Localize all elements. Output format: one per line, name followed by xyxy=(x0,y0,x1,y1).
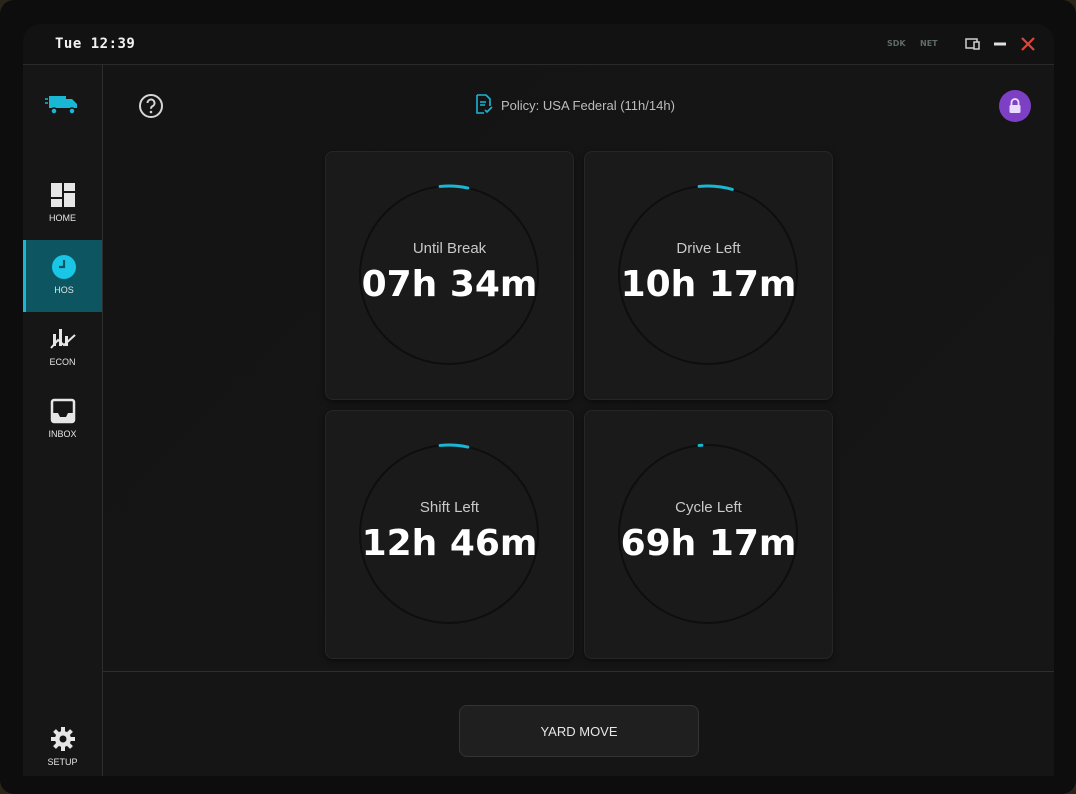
timer-card: Until Break 07h 34m xyxy=(325,151,574,400)
sidebar-item-hos[interactable]: HOS xyxy=(23,240,102,312)
sidebar-item-label: ECON xyxy=(49,357,76,367)
app-window: Tue 12:39 SDK NET HOME HOS ECON INBOX SE… xyxy=(23,24,1054,776)
truck-logo-icon xyxy=(45,90,81,122)
gear-icon xyxy=(50,726,76,756)
clock: Tue 12:39 xyxy=(55,36,136,52)
clock-icon xyxy=(51,254,77,284)
main-content: Policy: USA Federal (11h/14h) Until Brea… xyxy=(103,65,1054,776)
progress-arc xyxy=(697,184,734,191)
policy-indicator: Policy: USA Federal (11h/14h) xyxy=(475,93,675,117)
sidebar: HOME HOS ECON INBOX SETUP xyxy=(23,65,103,776)
net-status-badge: NET xyxy=(920,39,938,48)
timer-value: 10h 17m xyxy=(620,264,797,305)
inbox-icon xyxy=(50,398,76,428)
lock-icon xyxy=(1009,98,1021,113)
progress-arc xyxy=(438,184,470,190)
sidebar-item-label: HOS xyxy=(54,285,74,295)
help-icon[interactable] xyxy=(138,93,164,123)
progress-arc xyxy=(438,443,470,449)
chart-icon xyxy=(49,326,76,356)
policy-document-icon xyxy=(475,93,493,117)
title-bar: Tue 12:39 SDK NET xyxy=(23,24,1054,65)
sidebar-item-inbox[interactable]: INBOX xyxy=(23,384,102,456)
policy-label: Policy: USA Federal (11h/14h) xyxy=(501,97,675,113)
dashboard-icon xyxy=(50,182,76,212)
timer-value: 69h 17m xyxy=(620,523,797,564)
lock-button[interactable] xyxy=(999,90,1031,122)
sdk-status-badge: SDK xyxy=(887,39,906,48)
timer-label: Cycle Left xyxy=(675,499,742,516)
close-button[interactable] xyxy=(1018,34,1038,54)
timer-card: Cycle Left 69h 17m xyxy=(584,410,833,659)
sidebar-item-label: SETUP xyxy=(47,757,78,767)
minimize-button[interactable] xyxy=(990,34,1010,54)
display-toggle-icon[interactable] xyxy=(963,34,983,54)
timer-label: Until Break xyxy=(412,240,487,257)
sidebar-item-label: INBOX xyxy=(48,429,77,439)
sidebar-item-label: HOME xyxy=(49,213,76,223)
timer-label: Drive Left xyxy=(676,240,741,257)
timer-value: 07h 34m xyxy=(361,264,538,305)
timer-card: Drive Left 10h 17m xyxy=(584,151,833,400)
sidebar-item-home[interactable]: HOME xyxy=(23,168,102,240)
timer-value: 12h 46m xyxy=(361,523,538,564)
action-bar: YARD MOVE xyxy=(103,671,1054,776)
timer-label: Shift Left xyxy=(419,499,480,516)
timer-card: Shift Left 12h 46m xyxy=(325,410,574,659)
sidebar-item-setup[interactable]: SETUP xyxy=(23,712,102,776)
yard-move-button[interactable]: YARD MOVE xyxy=(459,705,699,757)
sidebar-item-econ[interactable]: ECON xyxy=(23,312,102,384)
